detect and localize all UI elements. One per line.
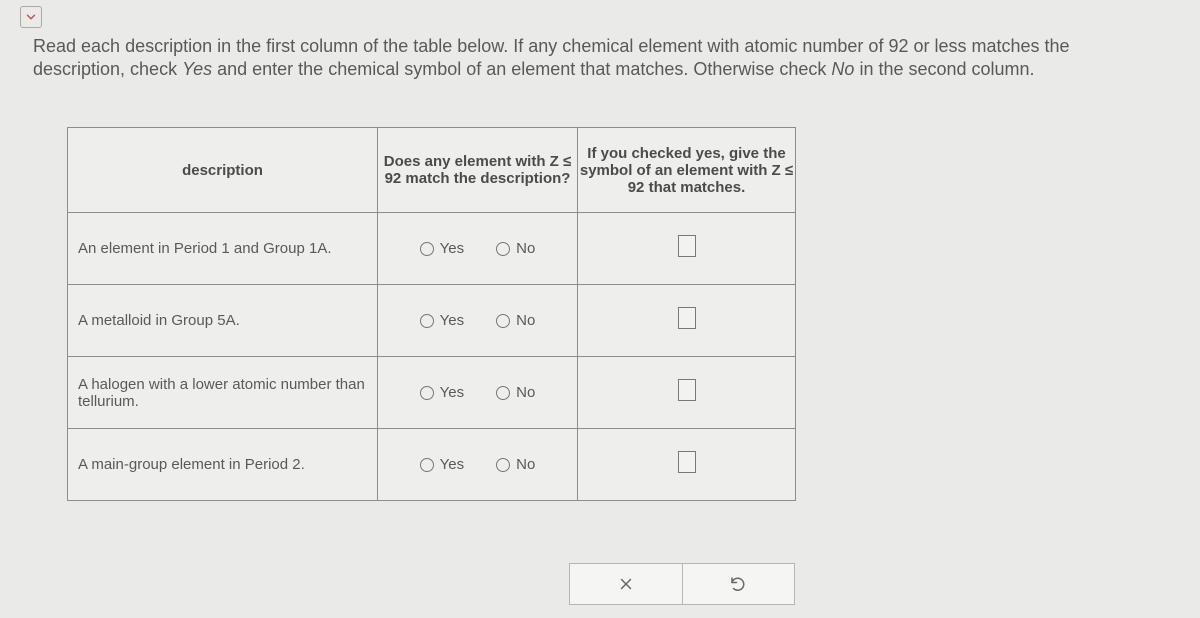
radio-yes-label: Yes xyxy=(440,312,464,329)
description-cell: A halogen with a lower atomic number tha… xyxy=(68,370,377,416)
radio-no[interactable]: No xyxy=(496,456,535,473)
radio-no[interactable]: No xyxy=(496,312,535,329)
radio-no-label: No xyxy=(516,456,535,473)
symbol-input[interactable] xyxy=(678,451,696,473)
radio-circle-icon xyxy=(496,386,510,400)
radio-circle-icon xyxy=(496,242,510,256)
symbol-input[interactable] xyxy=(678,235,696,257)
chevron-down-icon xyxy=(24,10,38,24)
instr-p3: in the second column. xyxy=(854,59,1034,79)
radio-no[interactable]: No xyxy=(496,240,535,257)
radio-yes[interactable]: Yes xyxy=(420,312,464,329)
element-table: description Does any element with Z ≤ 92… xyxy=(67,127,796,501)
clear-button[interactable] xyxy=(570,564,683,604)
radio-group: Yes No xyxy=(378,429,577,500)
radio-yes[interactable]: Yes xyxy=(420,240,464,257)
radio-group: Yes No xyxy=(378,357,577,428)
reset-button[interactable] xyxy=(683,564,795,604)
instr-yes: Yes xyxy=(182,59,212,79)
radio-circle-icon xyxy=(496,314,510,328)
radio-group: Yes No xyxy=(378,285,577,356)
radio-circle-icon xyxy=(420,386,434,400)
radio-no-label: No xyxy=(516,384,535,401)
radio-group: Yes No xyxy=(378,213,577,284)
radio-circle-icon xyxy=(420,458,434,472)
symbol-input[interactable] xyxy=(678,307,696,329)
radio-circle-icon xyxy=(420,242,434,256)
radio-no-label: No xyxy=(516,312,535,329)
table-header-row: description Does any element with Z ≤ 92… xyxy=(68,128,796,213)
instr-no: No xyxy=(831,59,854,79)
radio-yes[interactable]: Yes xyxy=(420,456,464,473)
instr-p2: and enter the chemical symbol of an elem… xyxy=(212,59,831,79)
collapse-toggle[interactable] xyxy=(20,6,42,28)
radio-no[interactable]: No xyxy=(496,384,535,401)
radio-yes[interactable]: Yes xyxy=(420,384,464,401)
radio-circle-icon xyxy=(420,314,434,328)
description-cell: An element in Period 1 and Group 1A. xyxy=(68,234,377,263)
table-row: A halogen with a lower atomic number tha… xyxy=(68,357,796,429)
table-row: A main-group element in Period 2. Yes No xyxy=(68,429,796,501)
header-match: Does any element with Z ≤ 92 match the d… xyxy=(378,128,578,213)
radio-circle-icon xyxy=(496,458,510,472)
description-cell: A metalloid in Group 5A. xyxy=(68,306,377,335)
answer-toolbar xyxy=(569,563,795,605)
table-row: An element in Period 1 and Group 1A. Yes… xyxy=(68,213,796,285)
radio-yes-label: Yes xyxy=(440,240,464,257)
radio-yes-label: Yes xyxy=(440,384,464,401)
question-instructions: Read each description in the first colum… xyxy=(33,35,1143,80)
description-cell: A main-group element in Period 2. xyxy=(68,450,377,479)
symbol-input[interactable] xyxy=(678,379,696,401)
close-icon xyxy=(617,575,635,593)
header-description: description xyxy=(68,128,378,213)
table-row: A metalloid in Group 5A. Yes No xyxy=(68,285,796,357)
header-symbol: If you checked yes, give the symbol of a… xyxy=(578,128,796,213)
radio-yes-label: Yes xyxy=(440,456,464,473)
radio-no-label: No xyxy=(516,240,535,257)
undo-icon xyxy=(729,575,747,593)
